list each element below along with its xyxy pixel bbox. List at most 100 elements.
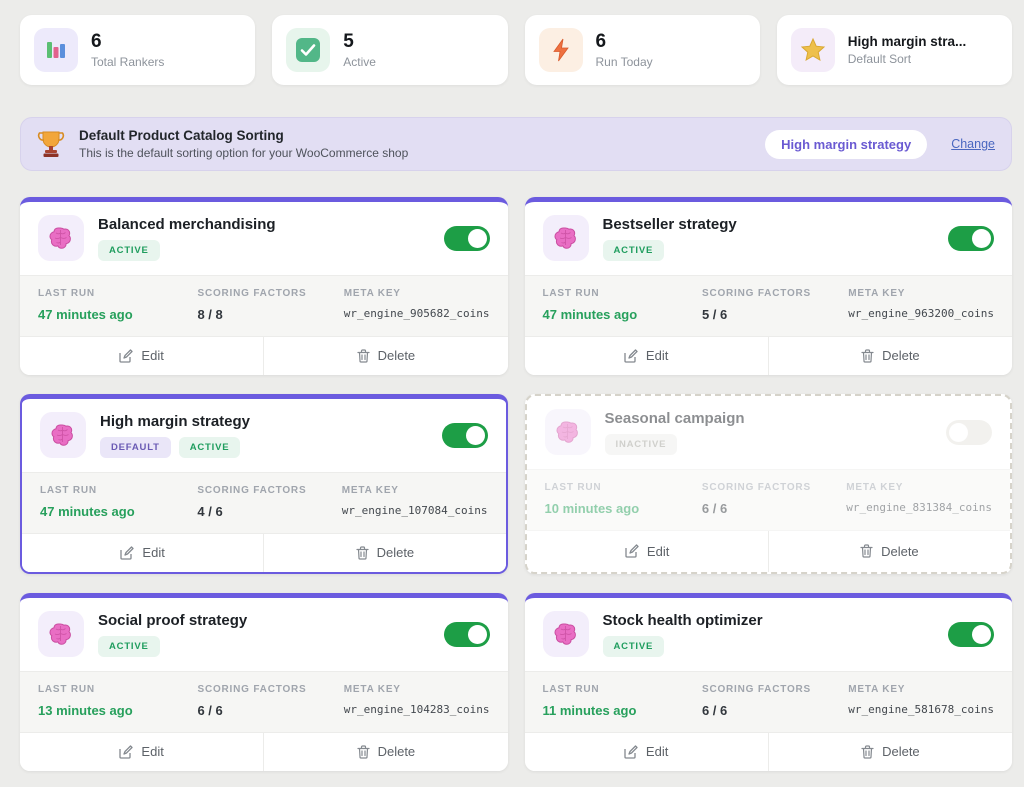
edit-button-label: Edit (647, 544, 669, 559)
scoring-factors-value: 6 / 6 (702, 703, 842, 718)
change-default-link[interactable]: Change (951, 137, 995, 151)
edit-button[interactable]: Edit (525, 337, 768, 375)
delete-button[interactable]: Delete (768, 531, 1010, 572)
bar-chart-icon (34, 28, 78, 72)
stat-label: Default Sort (848, 52, 967, 66)
status-badge: ACTIVE (179, 437, 241, 458)
enable-toggle[interactable] (444, 226, 490, 251)
meta-key-value: wr_engine_104283_coins (344, 703, 490, 716)
edit-icon (119, 745, 133, 759)
bolt-icon (539, 28, 583, 72)
trash-icon (357, 745, 370, 759)
scoring-factors-label: SCORING FACTORS (197, 485, 335, 496)
current-default-strategy-pill[interactable]: High margin strategy (765, 130, 927, 159)
delete-button-label: Delete (378, 348, 416, 363)
card-header: Seasonal campaign INACTIVE (527, 396, 1011, 469)
delete-button-label: Delete (882, 348, 920, 363)
enable-toggle[interactable] (444, 622, 490, 647)
delete-button[interactable]: Delete (263, 337, 507, 375)
last-run-label: LAST RUN (545, 482, 696, 493)
brain-icon (40, 412, 86, 458)
card-stats: LAST RUN 47 minutes ago SCORING FACTORS … (20, 275, 508, 337)
meta-key-label: META KEY (848, 684, 994, 695)
delete-button[interactable]: Delete (768, 733, 1012, 771)
delete-button[interactable]: Delete (263, 534, 505, 572)
badge-row: ACTIVE (603, 240, 935, 261)
trash-icon (861, 349, 874, 363)
meta-key-value: wr_engine_581678_coins (848, 703, 994, 716)
toggle-knob (466, 426, 485, 445)
last-run-label: LAST RUN (40, 485, 191, 496)
strategy-name: Seasonal campaign (605, 410, 933, 427)
scoring-factors-label: SCORING FACTORS (702, 482, 840, 493)
meta-key-label: META KEY (344, 288, 490, 299)
last-run-label: LAST RUN (38, 288, 191, 299)
meta-key-label: META KEY (342, 485, 488, 496)
delete-button[interactable]: Delete (263, 733, 507, 771)
status-badge: ACTIVE (603, 240, 665, 261)
card-footer: Edit Delete (20, 733, 508, 771)
badge-row: ACTIVE (98, 636, 430, 657)
last-run-label: LAST RUN (543, 684, 696, 695)
last-run-value: 47 minutes ago (40, 504, 191, 519)
card-header: Social proof strategy ACTIVE (20, 598, 508, 671)
check-icon (286, 28, 330, 72)
trash-icon (860, 544, 873, 558)
stat-value: 5 (343, 31, 376, 53)
card-header: Bestseller strategy ACTIVE (525, 202, 1013, 275)
edit-button[interactable]: Edit (22, 534, 263, 572)
stat-value: High margin stra... (848, 34, 967, 50)
scoring-factors-label: SCORING FACTORS (702, 684, 842, 695)
trash-icon (356, 546, 369, 560)
enable-toggle[interactable] (948, 226, 994, 251)
status-badge: ACTIVE (603, 636, 665, 657)
enable-toggle[interactable] (442, 423, 488, 448)
edit-button[interactable]: Edit (525, 733, 768, 771)
status-badge: ACTIVE (98, 636, 160, 657)
card-footer: Edit Delete (20, 337, 508, 375)
default-sort-banner: Default Product Catalog Sorting This is … (20, 117, 1012, 171)
stat-value: 6 (91, 31, 164, 53)
delete-button[interactable]: Delete (768, 337, 1012, 375)
enable-toggle[interactable] (948, 622, 994, 647)
scoring-factors-label: SCORING FACTORS (702, 288, 842, 299)
last-run-value: 13 minutes ago (38, 703, 191, 718)
stat-label: Total Rankers (91, 55, 164, 69)
status-badge: DEFAULT (100, 437, 171, 458)
status-badge: ACTIVE (98, 240, 160, 261)
delete-button-label: Delete (881, 544, 919, 559)
card-footer: Edit Delete (527, 531, 1011, 572)
strategy-card: Social proof strategy ACTIVE LAST RUN 13… (20, 593, 508, 771)
edit-button[interactable]: Edit (20, 337, 263, 375)
card-stats: LAST RUN 47 minutes ago SCORING FACTORS … (525, 275, 1013, 337)
stat-card-active: 5 Active (272, 15, 507, 85)
brain-icon (543, 611, 589, 657)
edit-icon (119, 349, 133, 363)
delete-button-label: Delete (882, 744, 920, 759)
delete-button-label: Delete (378, 744, 416, 759)
trophy-icon (37, 129, 65, 159)
strategy-card: Stock health optimizer ACTIVE LAST RUN 1… (525, 593, 1013, 771)
stat-label: Run Today (596, 55, 653, 69)
badge-row: ACTIVE (98, 240, 430, 261)
stat-card-run-today: 6 Run Today (525, 15, 760, 85)
edit-button[interactable]: Edit (527, 531, 768, 572)
card-stats: LAST RUN 11 minutes ago SCORING FACTORS … (525, 671, 1013, 733)
meta-key-value: wr_engine_831384_coins (846, 501, 992, 514)
strategy-card: Balanced merchandising ACTIVE LAST RUN 4… (20, 197, 508, 375)
edit-button[interactable]: Edit (20, 733, 263, 771)
strategy-name: Social proof strategy (98, 612, 430, 629)
badge-row: ACTIVE (603, 636, 935, 657)
toggle-knob (972, 229, 991, 248)
toggle-knob (468, 625, 487, 644)
last-run-label: LAST RUN (543, 288, 696, 299)
banner-subtitle: This is the default sorting option for y… (79, 146, 751, 160)
card-header: Stock health optimizer ACTIVE (525, 598, 1013, 671)
badge-row: INACTIVE (605, 434, 933, 455)
edit-button-label: Edit (142, 545, 164, 560)
scoring-factors-value: 5 / 6 (702, 307, 842, 322)
enable-toggle[interactable] (946, 420, 992, 445)
stat-card-total-rankers: 6 Total Rankers (20, 15, 255, 85)
card-header: Balanced merchandising ACTIVE (20, 202, 508, 275)
edit-button-label: Edit (646, 348, 668, 363)
